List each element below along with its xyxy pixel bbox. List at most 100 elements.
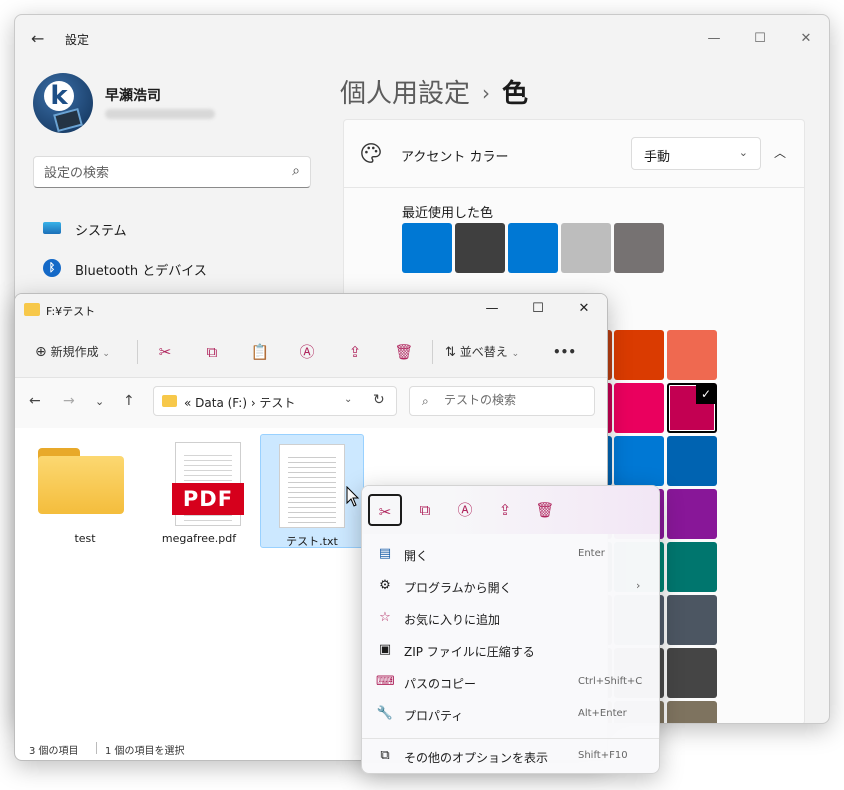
cut-icon[interactable]: ✂: [368, 494, 402, 526]
explorer-search-box[interactable]: ⌕: [409, 386, 595, 416]
sort-button[interactable]: ⇅ 並べ替え ⌄: [445, 340, 519, 364]
recent-color-swatch[interactable]: [508, 223, 558, 273]
chevron-down-icon: ⌄: [738, 146, 748, 159]
sidebar-item-bluetooth[interactable]: ᛒ Bluetooth とデバイス: [33, 250, 311, 286]
file-item-test-folder[interactable]: test: [33, 434, 137, 548]
share-icon[interactable]: ⇪: [343, 340, 367, 364]
context-menu-divider: [362, 738, 659, 739]
sidebar-item-system[interactable]: システム: [33, 210, 311, 246]
recent-color-swatch[interactable]: [455, 223, 505, 273]
avatar-box-icon: [53, 107, 83, 133]
context-menu-shortcut: Shift+F10: [578, 750, 628, 761]
address-bar[interactable]: « Data (F:) › テスト ⌄ ↻: [153, 386, 397, 416]
sidebar-item-label: システム: [75, 224, 127, 239]
context-menu-item[interactable]: ☆ お気に入りに追加: [366, 602, 656, 634]
user-email-blurred: [105, 109, 215, 119]
minimize-button[interactable]: —: [691, 23, 737, 55]
recent-color-swatch[interactable]: [402, 223, 452, 273]
back-arrow-icon[interactable]: ←: [31, 29, 49, 48]
minimize-button[interactable]: —: [469, 294, 515, 324]
context-menu-item[interactable]: ⧉ その他のオプションを表示 Shift+F10: [366, 740, 656, 772]
accent-color-swatch[interactable]: ✓: [667, 383, 717, 433]
accent-color-swatch[interactable]: [614, 383, 664, 433]
refresh-icon[interactable]: ↻: [373, 392, 385, 408]
rename-icon[interactable]: Ⓐ: [295, 340, 319, 364]
avatar-k-logo-icon: k: [44, 81, 74, 111]
delete-icon[interactable]: 🗑: [392, 340, 416, 364]
file-name: test: [74, 532, 96, 545]
back-arrow-icon[interactable]: ←: [29, 393, 41, 409]
delete-icon[interactable]: 🗑: [528, 494, 562, 526]
text-file-icon: [279, 444, 345, 528]
close-button[interactable]: ✕: [783, 23, 829, 55]
context-menu-shortcut: Ctrl+Shift+C: [578, 676, 643, 687]
accent-color-swatch[interactable]: [667, 542, 717, 592]
accent-color-swatch[interactable]: [667, 489, 717, 539]
context-menu-item[interactable]: ⚙ プログラムから開く ›: [366, 570, 656, 602]
context-menu-shortcut: Alt+Enter: [578, 708, 627, 719]
new-button[interactable]: ⊕ 新規作成 ⌄: [35, 340, 110, 364]
accent-color-swatch[interactable]: [614, 330, 664, 380]
forward-arrow-icon[interactable]: →: [63, 393, 75, 409]
folder-icon: [24, 303, 40, 316]
accent-color-swatch[interactable]: [667, 648, 717, 698]
chevron-right-icon: ›: [482, 81, 491, 105]
recent-colors-label: 最近使用した色: [402, 206, 494, 221]
maximize-button[interactable]: ☐: [515, 294, 561, 324]
maximize-button[interactable]: ☐: [737, 23, 783, 55]
recent-color-swatch[interactable]: [561, 223, 611, 273]
cut-icon[interactable]: ✂: [153, 340, 177, 364]
context-menu-item-label: お気に入りに追加: [404, 613, 501, 627]
copy-icon[interactable]: ⧉: [408, 494, 442, 526]
close-button[interactable]: ✕: [561, 294, 607, 324]
settings-app-title: 設定: [65, 33, 90, 47]
context-menu-item-label: その他のオプションを表示: [404, 751, 549, 765]
settings-search-input[interactable]: [44, 163, 274, 183]
explorer-toolbar: ⊕ 新規作成 ⌄ ✂ ⧉ 📋 Ⓐ ⇪ 🗑 ⇅ 並べ替え ⌄ •••: [15, 326, 607, 378]
monitor-icon: [43, 222, 61, 234]
sort-arrows-icon: ⇅: [445, 345, 456, 360]
more-options-icon: ⧉: [380, 748, 390, 763]
plus-circle-icon: ⊕: [35, 344, 47, 360]
explorer-search-input[interactable]: [444, 393, 584, 407]
chevron-up-icon[interactable]: ︿: [774, 144, 786, 161]
copy-icon[interactable]: ⧉: [200, 340, 224, 364]
share-icon[interactable]: ⇪: [488, 494, 522, 526]
rename-icon[interactable]: Ⓐ: [448, 494, 482, 526]
context-menu-item-label: プログラムから開く: [404, 581, 512, 595]
folder-icon: [38, 448, 124, 514]
accent-color-swatch[interactable]: [667, 330, 717, 380]
navigation-bar: ← → ⌄ ↑ « Data (F:) › テスト ⌄ ↻ ⌕: [15, 378, 607, 428]
accent-color-swatch[interactable]: [667, 701, 717, 723]
context-menu-item[interactable]: ▣ ZIP ファイルに圧縮する: [366, 634, 656, 666]
paste-icon[interactable]: 📋: [248, 340, 272, 364]
search-icon: ⌕: [292, 163, 300, 179]
breadcrumb-parent[interactable]: 個人用設定: [340, 79, 470, 109]
checkmark-icon: ✓: [696, 384, 716, 404]
accent-color-swatch[interactable]: [667, 595, 717, 645]
toolbar-divider: [137, 340, 138, 364]
context-menu-item[interactable]: 🔧 プロパティ Alt+Enter: [366, 698, 656, 730]
recent-locations-chevron-icon[interactable]: ⌄: [95, 395, 104, 408]
context-menu-item[interactable]: ▤ 開く Enter: [366, 538, 656, 570]
accent-color-swatch[interactable]: [614, 436, 664, 486]
star-icon: ☆: [379, 610, 391, 625]
up-arrow-icon[interactable]: ↑: [123, 393, 135, 409]
accent-color-label: アクセント カラー: [401, 150, 509, 165]
recent-color-swatch[interactable]: [614, 223, 664, 273]
pdf-file-icon: PDF: [172, 442, 244, 526]
context-menu-item-label: 開く: [404, 549, 429, 563]
settings-search-box[interactable]: ⌕: [33, 156, 311, 188]
sidebar-item-label: Bluetooth とデバイス: [75, 264, 207, 279]
chevron-down-icon[interactable]: ⌄: [344, 394, 352, 405]
context-menu: ✂ ⧉ Ⓐ ⇪ 🗑 ▤ 開く Enter ⚙ プログラムから開く › ☆ お気に入りに追加 ▣ Z…: [361, 485, 660, 774]
user-avatar[interactable]: k: [33, 73, 93, 133]
mouse-cursor-icon: [346, 486, 360, 507]
copy-path-icon: ⌨: [376, 674, 395, 689]
more-options-icon[interactable]: •••: [553, 340, 576, 364]
chevron-down-icon: ⌄: [511, 349, 520, 359]
context-menu-item[interactable]: ⌨ パスのコピー Ctrl+Shift+C: [366, 666, 656, 698]
accent-color-row[interactable]: アクセント カラー 手動 ⌄ ︿: [344, 120, 804, 188]
accent-mode-dropdown[interactable]: 手動 ⌄: [631, 137, 761, 170]
accent-color-swatch[interactable]: [667, 436, 717, 486]
